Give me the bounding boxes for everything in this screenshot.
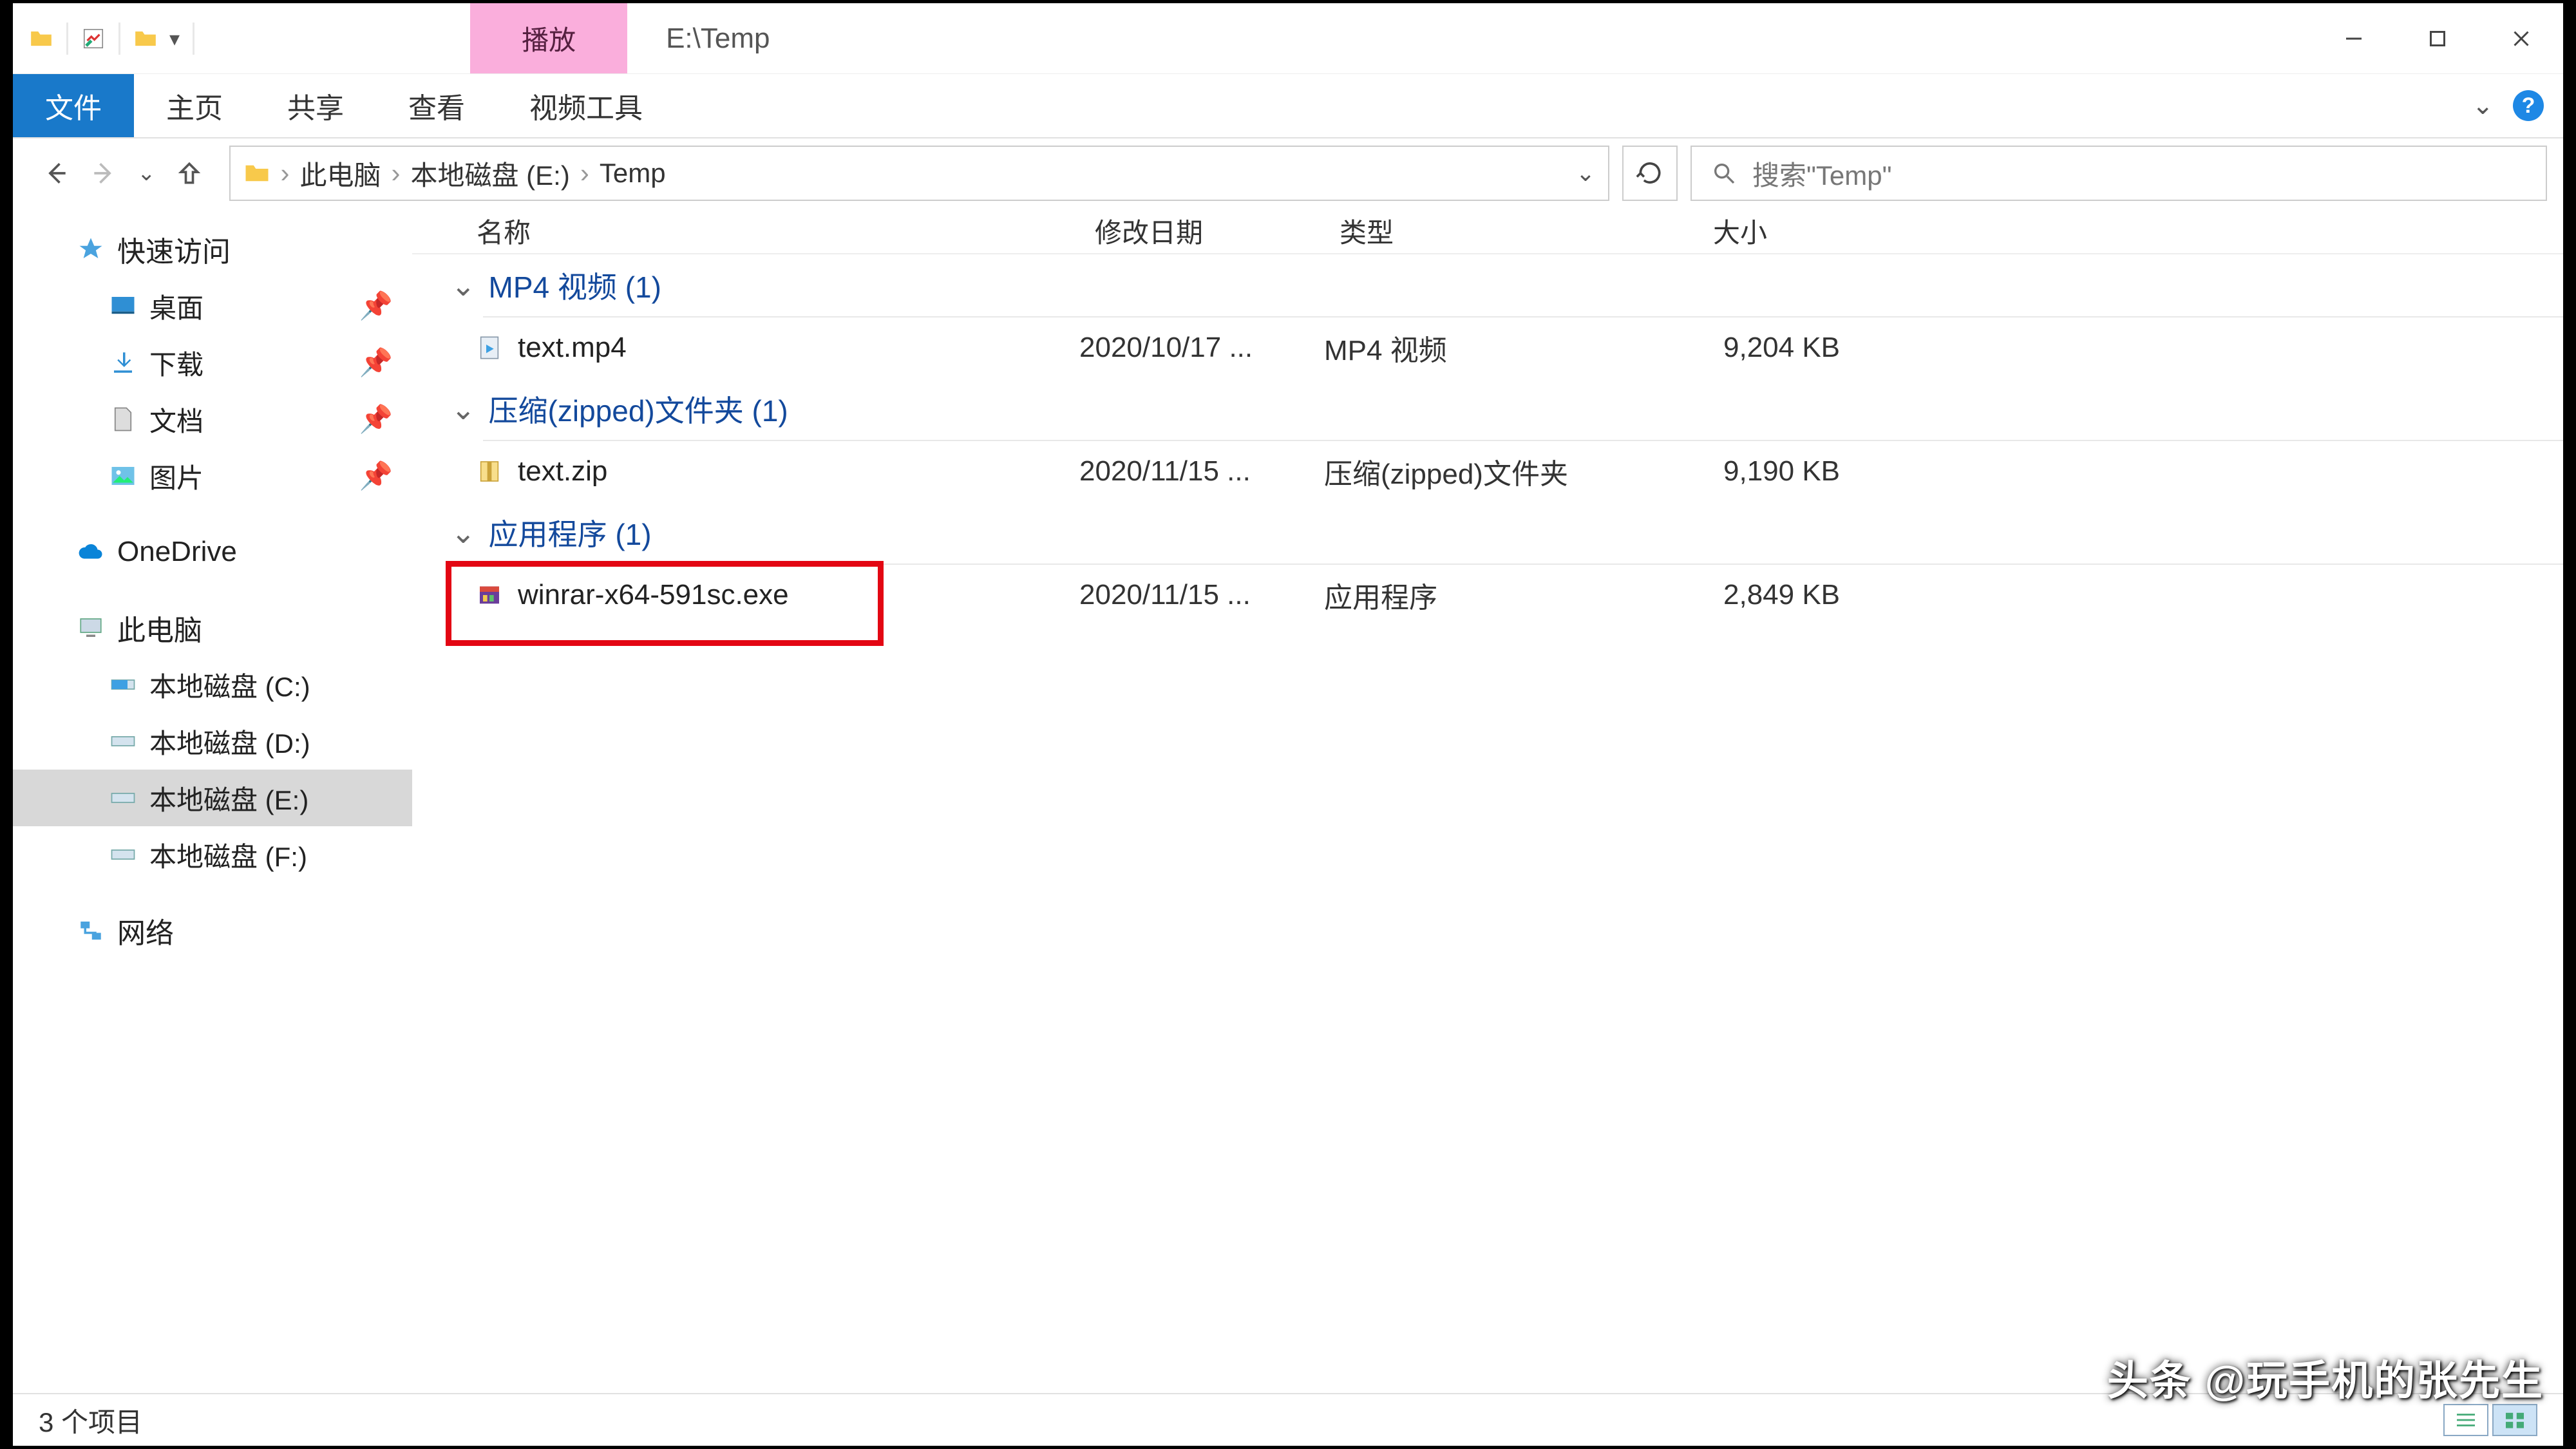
sidebar-drive-e[interactable]: 本地磁盘 (E:) (13, 770, 412, 826)
nav-history-icon[interactable]: ⌄ (137, 160, 156, 186)
search-icon (1711, 160, 1737, 186)
sidebar-pictures[interactable]: 图片 📌 (13, 448, 412, 504)
col-size[interactable]: 大小 (1713, 211, 1971, 251)
col-name[interactable]: 名称 (477, 211, 1095, 251)
group-header-exe[interactable]: ⌄应用程序 (1) (412, 502, 2563, 564)
content-area: 快速访问 桌面 📌 下载 📌 文档 📌 图片 📌 (13, 208, 2563, 1393)
address-dropdown-icon[interactable]: ⌄ (1576, 160, 1595, 187)
context-tab-play[interactable]: 播放 (470, 3, 627, 73)
tab-video-tools[interactable]: 视频工具 (497, 74, 675, 137)
col-date[interactable]: 修改日期 (1095, 211, 1340, 251)
sidebar-network[interactable]: 网络 (13, 902, 412, 959)
col-type[interactable]: 类型⌃ (1340, 211, 1713, 251)
tab-home[interactable]: 主页 (134, 74, 255, 137)
properties-icon[interactable] (81, 26, 106, 51)
help-icon[interactable]: ? (2513, 90, 2544, 121)
search-placeholder: 搜索"Temp" (1752, 154, 1892, 193)
crumb-sep-icon[interactable]: › (281, 158, 290, 189)
separator (66, 23, 68, 55)
folder-icon-2[interactable] (133, 26, 158, 51)
titlebar: ▾ 播放 E:\Temp (13, 3, 2563, 74)
tab-file[interactable]: 文件 (13, 74, 134, 137)
tab-view[interactable]: 查看 (376, 74, 497, 137)
refresh-button[interactable] (1622, 146, 1678, 201)
sidebar-onedrive[interactable]: OneDrive (13, 524, 412, 580)
exe-file-icon (477, 582, 502, 608)
cloud-icon (77, 538, 104, 565)
drive-icon (109, 784, 137, 811)
view-details-button[interactable] (2443, 1404, 2488, 1436)
drive-icon (109, 841, 137, 868)
ribbon-expand-icon[interactable]: ⌄ (2472, 91, 2494, 120)
desktop-icon (109, 292, 137, 319)
group-header-zip[interactable]: ⌄压缩(zipped)文件夹 (1) (412, 378, 2563, 440)
tab-share[interactable]: 共享 (255, 74, 376, 137)
minimize-button[interactable] (2312, 3, 2396, 73)
zip-file-icon (477, 459, 502, 484)
separator (193, 23, 194, 55)
drive-icon (109, 671, 137, 698)
sidebar-documents[interactable]: 文档 📌 (13, 391, 412, 448)
crumb-sep-icon[interactable]: › (392, 158, 401, 189)
window-title: E:\Temp (627, 3, 770, 73)
column-headers: 名称 修改日期 类型⌃ 大小 (412, 208, 2563, 254)
pin-icon: 📌 (359, 404, 393, 435)
sidebar-drive-c[interactable]: 本地磁盘 (C:) (13, 656, 412, 713)
pin-icon: 📌 (359, 460, 393, 492)
folder-icon (243, 160, 270, 187)
sidebar-desktop[interactable]: 桌面 📌 (13, 278, 412, 334)
crumb-drive[interactable]: 本地磁盘 (E:) (411, 154, 570, 193)
group-header-mp4[interactable]: ⌄MP4 视频 (1) (412, 254, 2563, 316)
navigation-pane: 快速访问 桌面 📌 下载 📌 文档 📌 图片 📌 (13, 208, 412, 1393)
ribbon-tabs: 文件 主页 共享 查看 视频工具 ⌄ ? (13, 74, 2563, 138)
chevron-down-icon: ⌄ (451, 392, 476, 426)
nav-back-icon[interactable] (42, 159, 70, 187)
sort-ascending-icon: ⌃ (1507, 208, 1524, 223)
folder-icon (29, 26, 53, 51)
statusbar: 3 个项目 (13, 1393, 2563, 1446)
maximize-button[interactable] (2396, 3, 2479, 73)
file-row[interactable]: text.zip 2020/11/15 ... 压缩(zipped)文件夹 9,… (412, 441, 2563, 502)
nav-forward-icon (90, 159, 118, 187)
search-input[interactable]: 搜索"Temp" (1690, 146, 2547, 201)
address-row: ⌄ › 此电脑 › 本地磁盘 (E:) › Temp ⌄ 搜索"Temp" (13, 138, 2563, 208)
view-icons-button[interactable] (2492, 1404, 2537, 1436)
download-icon (109, 349, 137, 376)
star-icon (77, 236, 104, 263)
sidebar-downloads[interactable]: 下载 📌 (13, 334, 412, 391)
file-row[interactable]: text.mp4 2020/10/17 ... MP4 视频 9,204 KB (412, 317, 2563, 378)
crumb-sep-icon[interactable]: › (580, 158, 589, 189)
close-button[interactable] (2479, 3, 2563, 73)
pin-icon: 📌 (359, 347, 393, 379)
sidebar-drive-d[interactable]: 本地磁盘 (D:) (13, 713, 412, 770)
sidebar-drive-f[interactable]: 本地磁盘 (F:) (13, 826, 412, 883)
pin-icon: 📌 (359, 290, 393, 322)
crumb-folder[interactable]: Temp (600, 158, 666, 189)
qat-dropdown-icon[interactable]: ▾ (169, 26, 180, 51)
file-list: 名称 修改日期 类型⌃ 大小 ⌄MP4 视频 (1) text.mp4 2020… (412, 208, 2563, 1393)
network-icon (77, 917, 104, 944)
item-count: 3 个项目 (39, 1401, 142, 1440)
address-bar[interactable]: › 此电脑 › 本地磁盘 (E:) › Temp ⌄ (229, 146, 1610, 201)
sidebar-this-pc[interactable]: 此电脑 (13, 600, 412, 656)
explorer-window: ▾ 播放 E:\Temp 文件 主页 共享 查看 视频工具 ⌄ ? ⌄ (13, 3, 2563, 1446)
video-file-icon (477, 335, 502, 361)
chevron-down-icon: ⌄ (451, 268, 476, 303)
chevron-down-icon: ⌄ (451, 515, 476, 550)
separator (118, 23, 120, 55)
drive-icon (109, 728, 137, 755)
crumb-this-pc[interactable]: 此电脑 (300, 154, 381, 193)
file-row[interactable]: winrar-x64-591sc.exe 2020/11/15 ... 应用程序… (412, 565, 2563, 625)
pictures-icon (109, 462, 137, 489)
nav-up-icon[interactable] (175, 159, 204, 187)
document-icon (109, 406, 137, 433)
pc-icon (77, 614, 104, 641)
sidebar-quick-access[interactable]: 快速访问 (13, 221, 412, 278)
